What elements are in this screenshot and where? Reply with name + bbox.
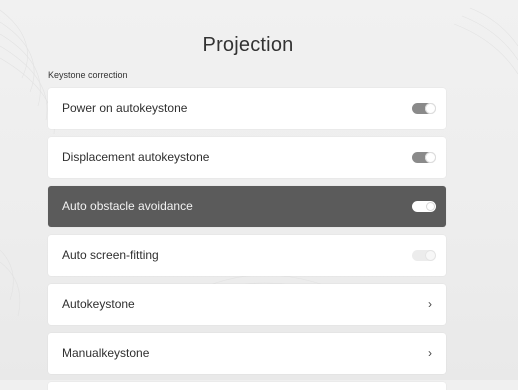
setting-label: Auto obstacle avoidance (62, 199, 193, 213)
setting-label: Autokeystone (62, 297, 135, 311)
setting-row-partial (48, 382, 446, 390)
settings-list: Power on autokeystone Displacement autok… (48, 88, 446, 390)
setting-label: Auto screen-fitting (62, 248, 159, 262)
chevron-right-icon: › (428, 297, 432, 311)
auto-obstacle-avoidance-toggle[interactable] (412, 201, 436, 212)
projection-screen: Projection Keystone correction Power on … (0, 0, 518, 390)
setting-row-displacement-autokeystone[interactable]: Displacement autokeystone (48, 137, 446, 178)
setting-row-auto-screen-fitting[interactable]: Auto screen-fitting (48, 235, 446, 276)
setting-row-power-on-autokeystone[interactable]: Power on autokeystone (48, 88, 446, 129)
setting-row-autokeystone[interactable]: Autokeystone › (48, 284, 446, 325)
power-on-autokeystone-toggle[interactable] (412, 103, 436, 114)
auto-screen-fitting-toggle[interactable] (412, 250, 436, 261)
chevron-right-icon: › (428, 346, 432, 360)
toggle-knob (425, 103, 436, 114)
toggle-knob (426, 202, 435, 211)
setting-row-auto-obstacle-avoidance[interactable]: Auto obstacle avoidance (48, 186, 446, 227)
displacement-autokeystone-toggle[interactable] (412, 152, 436, 163)
toggle-knob (425, 250, 436, 261)
setting-label: Manualkeystone (62, 346, 150, 360)
setting-label: Power on autokeystone (62, 101, 188, 115)
setting-row-manualkeystone[interactable]: Manualkeystone › (48, 333, 446, 374)
setting-label: Displacement autokeystone (62, 150, 210, 164)
section-label-keystone-correction: Keystone correction (48, 70, 128, 80)
toggle-knob (425, 152, 436, 163)
page-title: Projection (202, 34, 294, 56)
